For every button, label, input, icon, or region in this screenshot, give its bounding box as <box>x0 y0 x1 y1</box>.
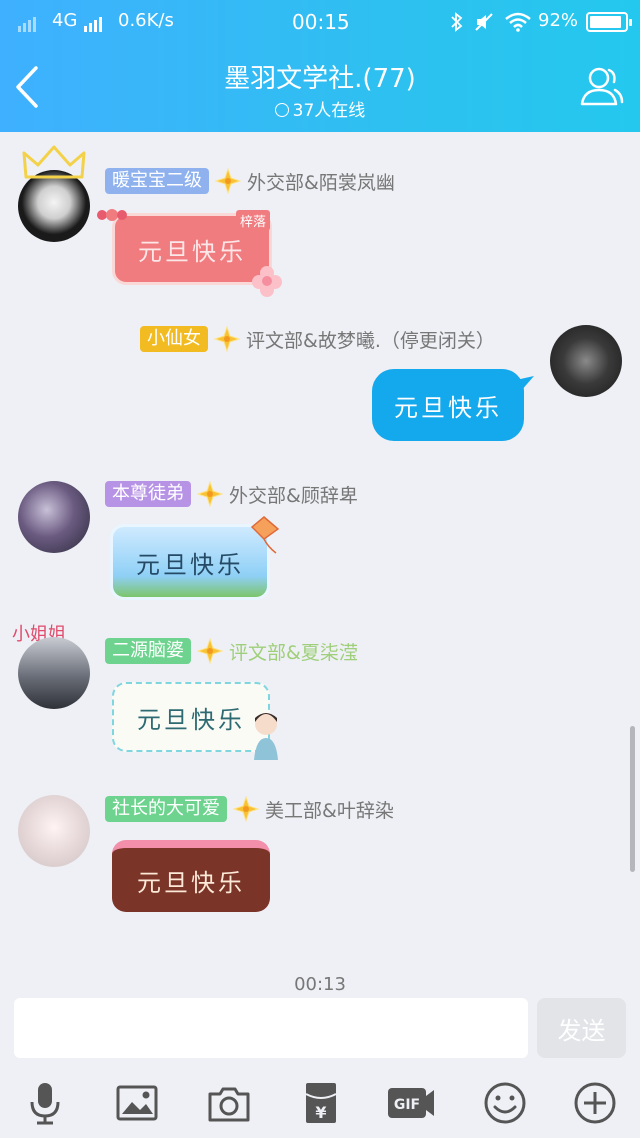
wifi-icon <box>505 12 531 32</box>
star-icon <box>233 796 259 822</box>
online-count-text: 37人在线 <box>292 101 366 121</box>
member-title-badge: 暖宝宝二级 <box>105 168 209 194</box>
message-text: 元旦快乐 <box>137 868 245 897</box>
member-department: 外交部&陌裳岚幽 <box>247 171 395 194</box>
member-department: 外交部&顾辞卑 <box>229 484 358 507</box>
message-timestamp: 00:13 <box>294 974 346 995</box>
network-speed: 0.6K/s <box>118 10 174 31</box>
sender-info: 暖宝宝二级 外交部&陌裳岚幽 <box>105 167 395 195</box>
bluetooth-icon <box>451 12 463 32</box>
member-title-badge: 本尊徒弟 <box>105 481 191 507</box>
emoji-icon[interactable] <box>482 1080 528 1126</box>
online-icon <box>274 103 289 117</box>
message-bubble[interactable]: 元旦快乐 <box>372 369 524 441</box>
member-department: 评文部&夏柒滢 <box>229 641 358 664</box>
member-title-badge: 社长的大可爱 <box>105 796 227 822</box>
image-icon[interactable] <box>114 1080 160 1126</box>
sender-info: 小仙女 评文部&故梦曦.（停更闭关） <box>140 325 495 353</box>
signal-icon <box>18 14 36 32</box>
chat-header: 4G 0.6K/s 00:15 92% 墨羽文学社.(77) 37人在线 <box>0 0 640 132</box>
crown-icon <box>22 145 86 179</box>
message-bubble[interactable]: 元旦快乐 <box>110 524 270 600</box>
message-bubble[interactable]: 元旦快乐 <box>112 840 270 912</box>
send-button[interactable]: 发送 <box>537 998 626 1058</box>
message-input[interactable] <box>14 998 528 1058</box>
avatar[interactable] <box>18 795 90 867</box>
camera-icon[interactable] <box>206 1080 252 1126</box>
bow-icon <box>97 209 127 221</box>
message-text: 元旦快乐 <box>394 393 502 422</box>
star-icon <box>197 638 223 664</box>
message-bubble[interactable]: 元旦快乐 <box>112 682 270 752</box>
plus-icon[interactable] <box>572 1080 618 1126</box>
character-sticker-icon <box>254 713 278 760</box>
avatar[interactable] <box>18 637 90 709</box>
online-count: 37人在线 <box>0 96 640 121</box>
gif-icon[interactable]: GIF <box>386 1080 436 1126</box>
bubble-tail <box>516 376 534 392</box>
network-type: 4G <box>52 10 78 31</box>
signal-strength-icon <box>84 14 102 32</box>
microphone-icon[interactable] <box>22 1080 68 1126</box>
avatar[interactable] <box>18 481 90 553</box>
star-icon <box>197 481 223 507</box>
battery-percent: 92% <box>538 10 579 31</box>
chat-scrollbar[interactable] <box>630 726 635 872</box>
group-members-icon[interactable] <box>578 64 624 108</box>
clock: 00:15 <box>292 10 350 34</box>
member-department: 美工部&叶辞染 <box>265 799 394 822</box>
svg-text:¥: ¥ <box>315 1103 326 1122</box>
star-icon <box>214 326 240 352</box>
sender-info: 社长的大可爱 美工部&叶辞染 <box>105 795 394 823</box>
star-icon <box>215 168 241 194</box>
message-text: 元旦快乐 <box>138 237 246 266</box>
mute-icon <box>475 13 493 31</box>
message-text: 元旦快乐 <box>136 550 244 579</box>
battery-icon <box>586 12 632 32</box>
member-title-badge: 二源脑婆 <box>105 638 191 664</box>
avatar[interactable] <box>550 325 622 397</box>
member-title-badge: 小仙女 <box>140 326 208 352</box>
sender-info: 二源脑婆 评文部&夏柒滢 <box>105 637 358 665</box>
status-bar: 4G 0.6K/s 00:15 92% <box>0 0 640 44</box>
member-department: 评文部&故梦曦.（停更闭关） <box>246 329 495 352</box>
sender-info: 本尊徒弟 外交部&顾辞卑 <box>105 480 358 508</box>
group-title[interactable]: 墨羽文学社.(77) <box>0 58 640 95</box>
red-envelope-icon[interactable]: ¥ <box>298 1080 344 1126</box>
gif-icon-label: GIF <box>394 1097 420 1113</box>
message-text: 元旦快乐 <box>137 705 245 734</box>
bubble-tag: 梓落 <box>236 210 271 231</box>
flower-icon <box>252 266 282 297</box>
kite-icon <box>250 516 280 554</box>
